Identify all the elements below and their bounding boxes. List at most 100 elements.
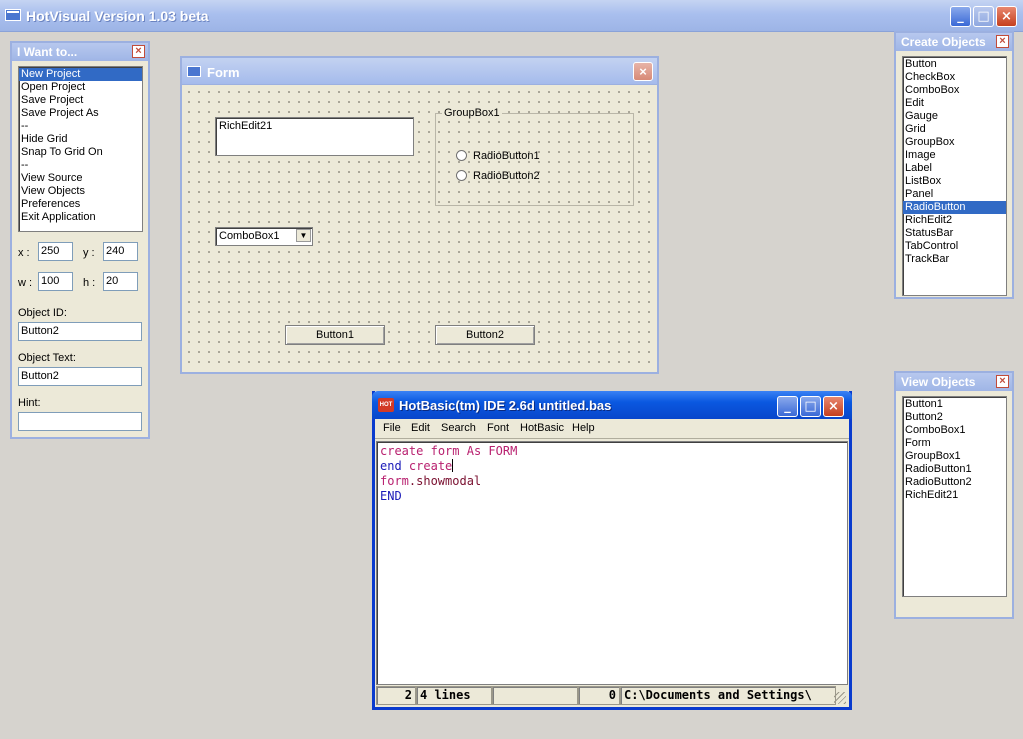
i-want-to-title[interactable]: I Want to... [12,43,148,61]
form-title: Form [207,65,240,80]
create-object-item[interactable]: RadioButton [903,201,1006,214]
create-object-item[interactable]: Panel [903,188,1006,201]
menu-search[interactable]: Search [441,422,476,434]
create-object-item[interactable]: CheckBox [903,71,1006,84]
create-objects-title[interactable]: Create Objects [896,33,1012,51]
action-list-item[interactable]: Open Project [19,81,142,94]
object-id-label: Object ID: [18,307,67,319]
hotbasic-ide-window: HOT HotBasic(tm) IDE 2.6d untitled.bas _… [372,391,852,710]
action-list-item[interactable]: -- [19,159,142,172]
code-line: END [380,489,402,503]
panel-close-icon[interactable]: × [996,375,1009,388]
create-object-item[interactable]: Edit [903,97,1006,110]
object-text-field[interactable]: Button2 [18,367,142,386]
object-text-label: Object Text: [18,352,76,364]
maximize-icon[interactable]: □ [973,6,994,27]
view-object-item[interactable]: GroupBox1 [903,450,1006,463]
view-object-item[interactable]: RichEdit21 [903,489,1006,502]
create-object-item[interactable]: RichEdit2 [903,214,1006,227]
view-objects-title[interactable]: View Objects [896,373,1012,391]
action-list-item[interactable]: Preferences [19,198,142,211]
form-title-bar[interactable]: Form × [182,58,657,85]
actions-listbox[interactable]: New Project Open Project Save Project Save … [18,66,143,232]
h-label: h : [83,277,96,289]
close-icon[interactable]: × [823,396,844,417]
code-editor[interactable]: create form As FORM end create form.show… [376,441,848,685]
form-canvas[interactable]: RichEdit21 GroupBox1 RadioButton1 RadioB… [184,87,655,370]
view-object-item[interactable]: ComboBox1 [903,424,1006,437]
view-object-item[interactable]: Button1 [903,398,1006,411]
view-object-item[interactable]: Form [903,437,1006,450]
hint-field[interactable] [18,412,142,431]
y-label: y : [83,247,95,259]
groupbox1[interactable]: GroupBox1 RadioButton1 RadioButton2 [435,107,634,206]
code-line: form.showmodal [380,474,482,488]
panel-close-icon[interactable]: × [132,45,145,58]
status-line: 2 [376,686,416,705]
create-object-item[interactable]: TrackBar [903,253,1006,266]
radio-button-2-circle[interactable] [456,170,467,181]
view-object-item[interactable]: RadioButton1 [903,463,1006,476]
x-field[interactable]: 250 [38,242,73,261]
create-object-item[interactable]: ListBox [903,175,1006,188]
chevron-down-icon[interactable]: ▼ [296,229,311,242]
maximize-icon[interactable]: □ [800,396,821,417]
combobox1[interactable]: ComboBox1 ▼ [215,227,313,246]
form-designer-window: Form × RichEdit21 GroupBox1 RadioButton1… [180,56,659,374]
create-object-item[interactable]: Grid [903,123,1006,136]
action-list-item[interactable]: Save Project [19,94,142,107]
create-object-item[interactable]: ComboBox [903,84,1006,97]
create-object-item[interactable]: StatusBar [903,227,1006,240]
button2[interactable]: Button2 [435,325,535,345]
radio-button-2-label[interactable]: RadioButton2 [473,170,540,182]
groupbox-caption: GroupBox1 [442,107,502,119]
close-icon[interactable]: × [996,6,1017,27]
menu-edit[interactable]: Edit [411,422,430,434]
action-list-item[interactable]: -- [19,120,142,133]
action-list-item[interactable]: Hide Grid [19,133,142,146]
menu-hotbasic[interactable]: HotBasic [520,422,564,434]
menu-font[interactable]: Font [487,422,509,434]
menu-file[interactable]: File [383,422,401,434]
object-id-field[interactable]: Button2 [18,322,142,341]
create-object-item[interactable]: Label [903,162,1006,175]
status-path: C:\Documents and Settings\ [620,686,836,705]
view-object-item[interactable]: RadioButton2 [903,476,1006,489]
app-title-bar[interactable]: HotVisual Version 1.03 beta _ □ × [0,0,1023,32]
action-list-item[interactable]: View Source [19,172,142,185]
minimize-icon[interactable]: _ [777,396,798,417]
ide-title-bar[interactable]: HOT HotBasic(tm) IDE 2.6d untitled.bas _… [372,391,852,419]
ide-title: HotBasic(tm) IDE 2.6d untitled.bas [399,398,612,413]
action-list-item[interactable]: Save Project As [19,107,142,120]
action-list-item[interactable]: New Project [19,68,142,81]
h-field[interactable]: 20 [103,272,138,291]
create-object-item[interactable]: Button [903,58,1006,71]
create-object-item[interactable]: GroupBox [903,136,1006,149]
menu-help[interactable]: Help [572,422,595,434]
text-caret [452,459,454,472]
resize-grip-icon[interactable] [834,692,846,704]
panel-close-icon[interactable]: × [996,35,1009,48]
create-objects-panel: Create Objects × Button CheckBox ComboBox E… [894,31,1014,299]
form-close-icon[interactable]: × [633,62,653,81]
app-window-icon [5,9,21,21]
w-field[interactable]: 100 [38,272,73,291]
y-field[interactable]: 240 [103,242,138,261]
action-list-item[interactable]: Exit Application [19,211,142,224]
create-object-item[interactable]: Image [903,149,1006,162]
view-object-item[interactable]: Button2 [903,411,1006,424]
combobox-text: ComboBox1 [219,230,280,242]
create-objects-listbox[interactable]: Button CheckBox ComboBox Edit Gauge Grid Group… [902,56,1007,296]
ide-menubar: File Edit Search Font HotBasic Help [375,419,849,439]
minimize-icon[interactable]: _ [950,6,971,27]
action-list-item[interactable]: Snap To Grid On [19,146,142,159]
action-list-item[interactable]: View Objects [19,185,142,198]
radio-button-1-label[interactable]: RadioButton1 [473,150,540,162]
view-objects-listbox[interactable]: Button1 Button2 ComboBox1 Form GroupBox1 Radi… [902,396,1007,597]
create-object-item[interactable]: TabControl [903,240,1006,253]
i-want-to-panel: I Want to... × New Project Open Project Sa… [10,41,150,439]
create-object-item[interactable]: Gauge [903,110,1006,123]
button1[interactable]: Button1 [285,325,385,345]
radio-button-1-circle[interactable] [456,150,467,161]
richedit21[interactable]: RichEdit21 [215,117,414,156]
